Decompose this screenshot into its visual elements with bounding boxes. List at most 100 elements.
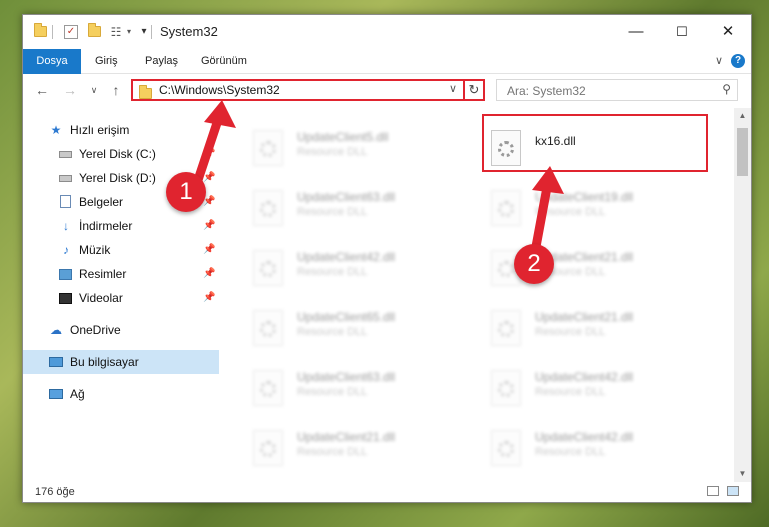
dll-file-icon bbox=[253, 310, 283, 346]
tab-view[interactable]: Görünüm bbox=[201, 49, 247, 73]
tab-share[interactable]: Paylaş bbox=[145, 49, 178, 73]
list-item[interactable]: UpdateClient63.dll Resource DLL bbox=[245, 186, 475, 236]
list-item[interactable]: UpdateClient19.dll Resource DLL bbox=[483, 186, 713, 236]
tab-home[interactable]: Giriş bbox=[95, 49, 118, 73]
file-type: Resource DLL bbox=[535, 326, 606, 338]
scroll-up-icon[interactable]: ▲ bbox=[734, 108, 751, 124]
customize-toolbar-icon[interactable]: ▾ bbox=[137, 25, 151, 39]
pictures-icon bbox=[59, 269, 72, 280]
cloud-icon: ☁ bbox=[50, 323, 62, 337]
pin-icon[interactable]: 📌 bbox=[203, 214, 215, 238]
documents-icon bbox=[60, 195, 71, 208]
pin-icon[interactable]: 📌 bbox=[203, 262, 215, 286]
sidebar-item-label: OneDrive bbox=[70, 323, 121, 337]
file-name: UpdateClient63.dll bbox=[297, 190, 396, 204]
computer-icon bbox=[49, 357, 63, 367]
search-input[interactable] bbox=[505, 81, 709, 101]
step-badge-1: 1 bbox=[166, 172, 206, 212]
dll-file-icon bbox=[253, 370, 283, 406]
file-name: UpdateClient63.dll bbox=[297, 370, 396, 384]
file-type: Resource DLL bbox=[535, 206, 606, 218]
scrollbar-thumb[interactable] bbox=[737, 128, 748, 176]
search-box[interactable]: ⚲ bbox=[496, 79, 738, 101]
details-view-icon[interactable] bbox=[707, 486, 719, 496]
list-item[interactable]: UpdateClient42.dll Resource DLL bbox=[483, 366, 713, 416]
sidebar-item-label: Yerel Disk (D:) bbox=[79, 171, 156, 185]
scroll-down-icon[interactable]: ▼ bbox=[734, 466, 751, 482]
sidebar-item-downloads[interactable]: ↓ İndirmeler 📌 bbox=[23, 214, 219, 238]
sidebar-item-onedrive[interactable]: ☁ OneDrive bbox=[23, 318, 219, 342]
pin-icon[interactable]: 📌 bbox=[203, 142, 215, 166]
sidebar-item-pictures[interactable]: Resimler 📌 bbox=[23, 262, 219, 286]
address-bar[interactable]: C:\Windows\System32 ∨ bbox=[131, 79, 485, 101]
star-icon: ★ bbox=[50, 123, 62, 137]
dll-file-icon bbox=[491, 190, 521, 226]
expand-ribbon-icon[interactable]: ∨ bbox=[715, 54, 723, 67]
sidebar-item-label: Ağ bbox=[70, 387, 85, 401]
file-name: UpdateClient42.dll bbox=[535, 430, 634, 444]
network-icon bbox=[49, 389, 63, 399]
file-type: Resource DLL bbox=[297, 206, 368, 218]
file-name: UpdateClient21.dll bbox=[535, 310, 634, 324]
music-icon: ♪ bbox=[63, 243, 69, 257]
properties-icon[interactable]: ✓ bbox=[64, 25, 78, 39]
file-type: Resource DLL bbox=[297, 266, 368, 278]
pin-icon[interactable]: 📌 bbox=[203, 286, 215, 310]
file-type: Resource DLL bbox=[535, 446, 606, 458]
navigation-pane: ★ Hızlı erişim Yerel Disk (C:) 📌 Yerel D… bbox=[23, 108, 219, 482]
minimize-button[interactable]: — bbox=[613, 15, 659, 49]
dll-file-icon bbox=[491, 370, 521, 406]
file-type: Resource DLL bbox=[297, 386, 368, 398]
highlight-box bbox=[482, 114, 708, 172]
sidebar-item-label: Resimler bbox=[79, 267, 127, 281]
file-type: Resource DLL bbox=[297, 326, 368, 338]
folder-icon bbox=[139, 85, 152, 103]
status-bar: 176 öğe bbox=[23, 482, 751, 502]
file-name: UpdateClient65.dll bbox=[297, 310, 396, 324]
file-type: Resource DLL bbox=[297, 146, 368, 158]
pin-icon[interactable]: 📌 bbox=[203, 238, 215, 262]
sidebar-item-local-disk-c[interactable]: Yerel Disk (C:) 📌 bbox=[23, 142, 219, 166]
list-item[interactable]: UpdateClient42.dll Resource DLL bbox=[245, 246, 475, 296]
view-options-icon[interactable]: ☷ bbox=[109, 25, 123, 39]
dll-file-icon bbox=[253, 190, 283, 226]
close-button[interactable]: ✕ bbox=[705, 15, 751, 49]
chevron-down-icon[interactable]: ∨ bbox=[449, 82, 457, 95]
back-arrow-icon[interactable]: ← bbox=[33, 82, 51, 98]
sidebar-item-label: Bu bilgisayar bbox=[70, 355, 139, 369]
drive-icon bbox=[59, 175, 72, 182]
sidebar-item-label: İndirmeler bbox=[79, 219, 133, 233]
list-item[interactable]: UpdateClient21.dll Resource DLL bbox=[483, 306, 713, 356]
vertical-scrollbar[interactable]: ▲ ▼ bbox=[734, 108, 751, 482]
file-type: Resource DLL bbox=[297, 446, 368, 458]
maximize-button[interactable]: ☐ bbox=[659, 15, 705, 49]
list-item[interactable]: UpdateClient42.dll Resource DLL bbox=[483, 426, 713, 476]
sidebar-item-label: Yerel Disk (C:) bbox=[79, 147, 156, 161]
recent-locations-icon[interactable]: ∨ bbox=[85, 85, 103, 96]
step-badge-2: 2 bbox=[514, 244, 554, 284]
sidebar-item-music[interactable]: ♪ Müzik 📌 bbox=[23, 238, 219, 262]
title-bar: ✓ ☷ ▾ ▾ System32 — ☐ ✕ bbox=[23, 15, 751, 49]
new-folder-icon[interactable] bbox=[87, 23, 101, 39]
search-icon[interactable]: ⚲ bbox=[722, 82, 731, 96]
sidebar-item-network[interactable]: Ağ bbox=[23, 382, 219, 406]
ribbon-tabs: Dosya Giriş Paylaş Görünüm ∨ ? bbox=[23, 49, 751, 99]
refresh-button[interactable]: ↻ bbox=[463, 79, 485, 101]
sidebar-item-quick-access[interactable]: ★ Hızlı erişim bbox=[23, 118, 219, 142]
toolbar-separator bbox=[52, 25, 53, 39]
sidebar-item-videos[interactable]: Videolar 📌 bbox=[23, 286, 219, 310]
forward-arrow-icon[interactable]: → bbox=[61, 82, 79, 98]
sidebar-item-this-pc[interactable]: Bu bilgisayar bbox=[23, 350, 219, 374]
address-path: C:\Windows\System32 bbox=[159, 83, 280, 97]
item-count: 176 öğe bbox=[35, 486, 75, 498]
list-item[interactable]: UpdateClient63.dll Resource DLL bbox=[245, 366, 475, 416]
chevron-down-icon[interactable]: ▾ bbox=[122, 25, 136, 39]
dll-file-icon bbox=[253, 430, 283, 466]
file-name: UpdateClient5.dll bbox=[297, 130, 389, 144]
list-item[interactable]: UpdateClient65.dll Resource DLL bbox=[245, 306, 475, 356]
help-icon[interactable]: ? bbox=[731, 54, 745, 68]
large-icons-view-icon[interactable] bbox=[727, 486, 739, 496]
list-item[interactable]: UpdateClient5.dll Resource DLL bbox=[245, 126, 475, 176]
up-arrow-icon[interactable]: ↑ bbox=[107, 82, 125, 98]
list-item[interactable]: UpdateClient21.dll Resource DLL bbox=[245, 426, 475, 476]
